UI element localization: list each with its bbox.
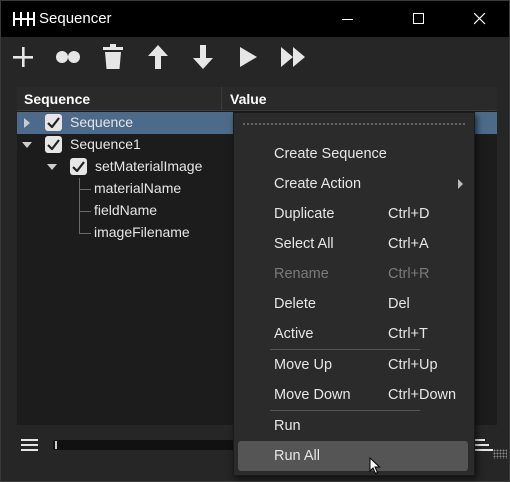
- submenu-arrow-icon: [458, 179, 463, 189]
- run-all-button[interactable]: [278, 42, 308, 72]
- maximize-icon: [413, 13, 424, 24]
- menu-item-move-up[interactable]: Move Up Ctrl+Up: [238, 350, 468, 380]
- menu-item-label: Move Down: [274, 387, 351, 403]
- menu-item-move-down[interactable]: Move Down Ctrl+Down: [238, 380, 468, 410]
- collapse-arrow-icon[interactable]: [22, 142, 32, 148]
- menu-item-label: Select All: [274, 236, 334, 252]
- column-header-sequence[interactable]: Sequence: [24, 91, 90, 107]
- menu-item-shortcut: Ctrl+Down: [388, 387, 457, 403]
- menu-item-shortcut: Ctrl+A: [388, 236, 429, 252]
- tree-item-label: setMaterialImage: [95, 158, 203, 174]
- title-bar: Sequencer: [1, 1, 509, 37]
- horizontal-scrollbar[interactable]: [53, 440, 243, 450]
- expand-arrow-icon[interactable]: [24, 118, 30, 128]
- menu-item-shortcut: Ctrl+T: [388, 326, 428, 342]
- tree-item-label: materialName: [94, 180, 182, 196]
- move-down-button[interactable]: [188, 42, 218, 72]
- maximize-button[interactable]: [396, 1, 442, 37]
- move-up-button[interactable]: [143, 42, 173, 72]
- run-button[interactable]: [233, 42, 263, 72]
- menu-item-shortcut: Del: [388, 296, 410, 312]
- window-title: Sequencer: [39, 10, 112, 27]
- menu-item-shortcut: Ctrl+R: [388, 266, 430, 282]
- menu-item-create-sequence[interactable]: Create Sequence: [238, 139, 468, 169]
- menu-item-run[interactable]: Run: [238, 411, 468, 441]
- menu-item-label: Create Action: [274, 176, 362, 192]
- delete-button[interactable]: [98, 42, 128, 72]
- align-lines-icon[interactable]: [475, 438, 493, 452]
- menu-item-label: Rename: [274, 266, 329, 282]
- mouse-cursor-icon: [369, 457, 381, 475]
- menu-item-shortcut: Ctrl+D: [388, 206, 430, 222]
- menu-item-label: Move Up: [274, 357, 333, 373]
- hamburger-menu-icon[interactable]: [21, 438, 39, 452]
- menu-item-delete[interactable]: Delete Del: [238, 289, 468, 319]
- checkbox[interactable]: [45, 136, 62, 153]
- tree-item-label: fieldName: [94, 202, 158, 218]
- checkmark-icon: [47, 117, 60, 128]
- checkmark-icon: [47, 139, 60, 150]
- arrow-up-icon: [148, 45, 168, 69]
- collapse-arrow-icon[interactable]: [47, 164, 57, 170]
- minimize-button[interactable]: [325, 1, 371, 37]
- menu-item-rename: Rename Ctrl+R: [238, 259, 468, 289]
- menu-drag-grip[interactable]: [242, 122, 466, 126]
- menu-item-label: Delete: [274, 296, 316, 312]
- menu-item-label: Duplicate: [274, 206, 335, 222]
- toolbar: [1, 38, 509, 76]
- menu-item-label: Run All: [274, 448, 320, 464]
- menu-item-create-action[interactable]: Create Action: [238, 169, 468, 199]
- menu-item-run-all[interactable]: Run All: [238, 441, 468, 471]
- close-icon: [474, 13, 486, 25]
- add-icon: [13, 47, 33, 67]
- link-icon: [56, 51, 80, 63]
- fast-forward-icon: [281, 47, 305, 67]
- arrow-down-icon: [193, 45, 213, 69]
- add-button[interactable]: [8, 42, 38, 72]
- column-header-value[interactable]: Value: [230, 91, 267, 107]
- play-icon: [240, 47, 257, 67]
- menu-item-label: Run: [274, 418, 301, 434]
- menu-item-duplicate[interactable]: Duplicate Ctrl+D: [238, 199, 468, 229]
- link-button[interactable]: [53, 42, 83, 72]
- tree-header: Sequence Value: [17, 87, 497, 111]
- tree-item-label: imageFilename: [94, 224, 190, 240]
- tree-item-label: Sequence1: [70, 136, 141, 152]
- context-menu: Create Sequence Create Action Duplicate …: [233, 112, 475, 476]
- checkbox[interactable]: [70, 158, 87, 175]
- sequencer-app-icon: [13, 12, 35, 26]
- menu-item-shortcut: Ctrl+Up: [388, 357, 438, 373]
- menu-item-label: Create Sequence: [274, 146, 387, 162]
- menu-item-label: Active: [274, 326, 314, 342]
- checkmark-icon: [72, 161, 85, 172]
- scrollbar-thumb[interactable]: [55, 441, 57, 449]
- minimize-icon: [342, 19, 353, 20]
- trash-icon: [103, 44, 123, 69]
- checkbox[interactable]: [45, 114, 62, 131]
- menu-item-active[interactable]: Active Ctrl+T: [238, 319, 468, 349]
- resize-grip-icon[interactable]: [493, 449, 507, 459]
- column-divider[interactable]: [221, 87, 222, 111]
- close-button[interactable]: [457, 1, 503, 37]
- menu-item-select-all[interactable]: Select All Ctrl+A: [238, 229, 468, 259]
- tree-item-label: Sequence: [70, 114, 134, 130]
